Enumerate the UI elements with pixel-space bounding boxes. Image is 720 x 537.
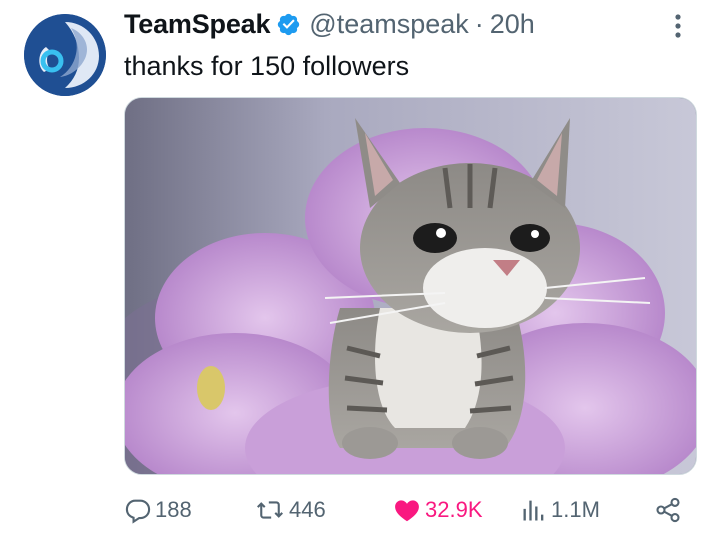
like-count: 32.9K: [425, 497, 483, 522]
tweet-text: thanks for 150 followers: [124, 51, 410, 81]
author-handle[interactable]: @teamspeak: [309, 9, 468, 40]
views-button[interactable]: 1.1M: [520, 490, 600, 530]
cat-photo-icon: [125, 98, 696, 474]
retweet-count: 446: [289, 497, 326, 522]
tweet-actions: 188 446 32.9K 1.1M: [124, 490, 690, 530]
verified-badge-icon[interactable]: [276, 12, 301, 37]
tweet-media-cat-photo[interactable]: [124, 97, 697, 475]
author-name[interactable]: TeamSpeak: [124, 9, 270, 40]
share-icon: [656, 497, 680, 523]
view-count: 1.1M: [551, 497, 600, 522]
reply-count: 188: [155, 497, 192, 522]
more-options-icon[interactable]: [666, 12, 690, 40]
retweet-button[interactable]: 446: [254, 490, 326, 530]
tweet-header: TeamSpeak @teamspeak · 20h: [124, 6, 535, 42]
heart-icon: [395, 500, 419, 522]
like-button[interactable]: 32.9K: [392, 490, 483, 530]
tweet-timestamp[interactable]: 20h: [490, 9, 535, 40]
reply-button[interactable]: 188: [124, 490, 192, 530]
teamspeak-logo-icon: [24, 14, 106, 96]
views-bar-chart-icon: [523, 500, 544, 521]
author-avatar[interactable]: [24, 14, 106, 96]
header-separator: ·: [474, 8, 484, 39]
retweet-icon: [257, 501, 283, 519]
reply-icon: [125, 499, 151, 524]
share-button[interactable]: [654, 490, 685, 530]
